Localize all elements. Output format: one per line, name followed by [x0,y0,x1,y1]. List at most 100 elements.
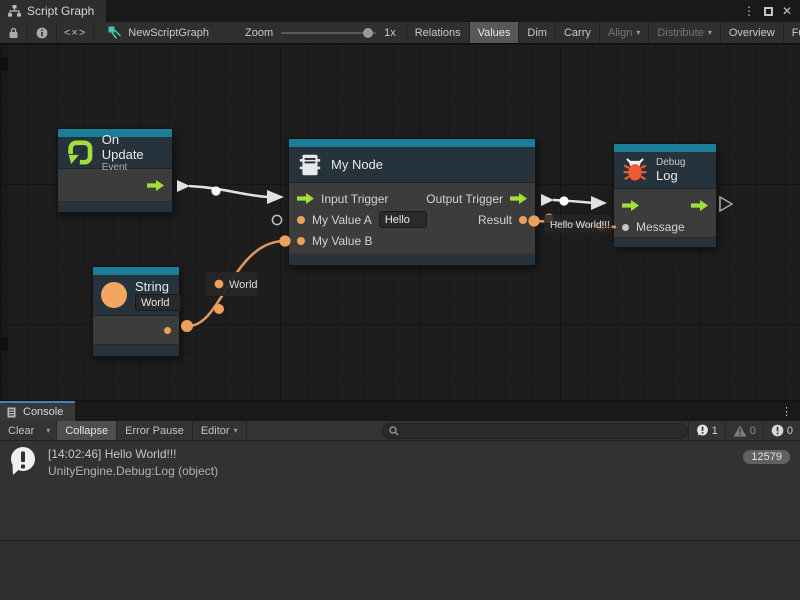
unity-window: Script Graph ⋮ ✕ <×> [0,0,800,600]
zoom-slider[interactable] [281,32,376,34]
flow-dot [544,213,553,222]
relations-button[interactable]: Relations [406,22,470,43]
warning-count-button[interactable]: 0 [725,421,763,440]
tab-console[interactable]: Console [0,401,75,421]
node-accent-bar [93,267,179,275]
wire-start-arrow [541,194,554,206]
window-maximize-icon[interactable] [764,7,773,16]
dropdown-arrow-icon: ▾ [46,426,50,435]
value-b-row: My Value B [289,230,535,251]
log-entry[interactable]: [14:02:46] Hello World!!! UnityEngine.De… [0,441,800,488]
window-close-icon[interactable]: ✕ [782,5,792,17]
string-output-port[interactable] [164,327,171,334]
dropdown-arrow-icon: ▾ [636,28,640,37]
result-port[interactable] [519,216,527,224]
console-search-input[interactable] [403,424,681,438]
values-button[interactable]: Values [470,22,520,43]
input-trigger-port[interactable] [297,193,314,204]
message-port[interactable] [622,224,629,231]
string-value-input[interactable] [135,294,181,311]
lock-icon [8,27,19,39]
info-icon [36,27,48,39]
tab-title: Script Graph [27,4,94,18]
value-a-row: My Value A Result [289,209,535,230]
editor-label: Editor [201,425,230,437]
log-input-trigger-port[interactable] [622,200,639,211]
flow-dot [596,221,605,230]
graph-tab-icon [8,5,21,17]
debug-category-label: Debug [656,157,685,168]
node-debug-log[interactable]: Debug Log Message [613,143,717,248]
graph-canvas[interactable]: On Update Event [0,44,800,400]
on-update-output-port[interactable] [147,180,164,191]
on-update-title: On Update [102,132,164,162]
output-trigger-port[interactable] [510,193,527,204]
console-tab-title: Console [23,406,63,418]
full-screen-button[interactable]: Full S [784,22,800,43]
my-value-a-port[interactable] [297,216,305,224]
node-on-update[interactable]: On Update Event [57,128,173,213]
node-accent-bar [614,144,716,152]
code-icon: <×> [64,27,86,39]
clear-button[interactable]: Clear [0,421,40,440]
log-line-2: UnityEngine.Debug:Log (object) [48,463,218,480]
string-type-icon [101,282,127,308]
log-output-trigger-port[interactable] [691,200,708,211]
align-label: Align [608,27,632,39]
align-button[interactable]: Align ▾ [600,22,649,43]
dropdown-arrow-icon: ▾ [708,28,712,37]
title-bar: Script Graph ⋮ ✕ [0,0,800,22]
console-tab-bar: Console ⋮ [0,401,800,421]
console-search[interactable] [382,423,688,439]
debug-log-body: Message [614,189,716,238]
clear-label: Clear [8,425,34,437]
dim-button[interactable]: Dim [519,22,556,43]
overview-label: Overview [729,27,775,39]
my-value-a-input[interactable] [379,211,427,228]
console-log-list: [14:02:46] Hello World!!! UnityEngine.De… [0,441,800,540]
on-update-subtitle: Event [102,162,164,173]
graph-toolbar: <×> NewScriptGraph Zoom 1x Relations Val… [0,22,800,44]
distribute-button[interactable]: Distribute ▾ [649,22,720,43]
zoom-value: 1x [384,27,396,39]
relations-label: Relations [415,27,461,39]
flow-dot [214,304,224,314]
edit-source-button[interactable]: <×> [57,22,94,43]
message-label: Message [636,220,685,234]
input-trigger-label: Input Trigger [321,192,388,206]
my-value-b-port[interactable] [297,237,305,245]
my-node-body: Input Trigger Output Trigger My Value A … [289,183,535,255]
zoom-slider-handle[interactable] [363,28,373,38]
collapse-button[interactable]: Collapse [57,421,117,440]
carry-button[interactable]: Carry [556,22,600,43]
bug-icon [622,157,648,183]
values-label: Values [478,27,511,39]
my-value-b-label: My Value B [312,234,372,248]
node-my-node[interactable]: My Node Input Trigger Output Trigger [288,138,536,266]
error-count-button[interactable]: 0 [763,421,800,440]
window-menu-icon[interactable]: ⋮ [743,5,755,17]
error-pause-button[interactable]: Error Pause [117,421,193,440]
wire-end-arrow [591,196,607,210]
overview-button[interactable]: Overview [721,22,784,43]
node-string[interactable]: String [92,266,180,357]
string-body [93,316,179,345]
editor-dropdown-button[interactable]: Editor ▾ [193,421,247,440]
error-count: 0 [787,425,793,437]
console-menu-icon[interactable]: ⋮ [781,401,800,421]
graph-asset-name: NewScriptGraph [128,27,209,39]
zoom-label: Zoom [245,27,273,39]
info-count-button[interactable]: 1 [688,421,725,440]
value-wire-2 [532,221,616,227]
clear-dropdown-button[interactable]: ▾ [40,421,57,440]
string-title: String [135,279,181,294]
info-button[interactable] [28,22,57,43]
unconnected-trigger-triangle [720,197,732,211]
debug-log-title: Log [656,168,685,183]
script-graph-icon [108,26,122,39]
debug-trigger-row [614,194,716,216]
tab-script-graph[interactable]: Script Graph [0,0,106,22]
lock-button[interactable] [0,22,28,43]
info-count: 1 [712,425,718,437]
graph-asset[interactable]: NewScriptGraph [94,22,219,43]
